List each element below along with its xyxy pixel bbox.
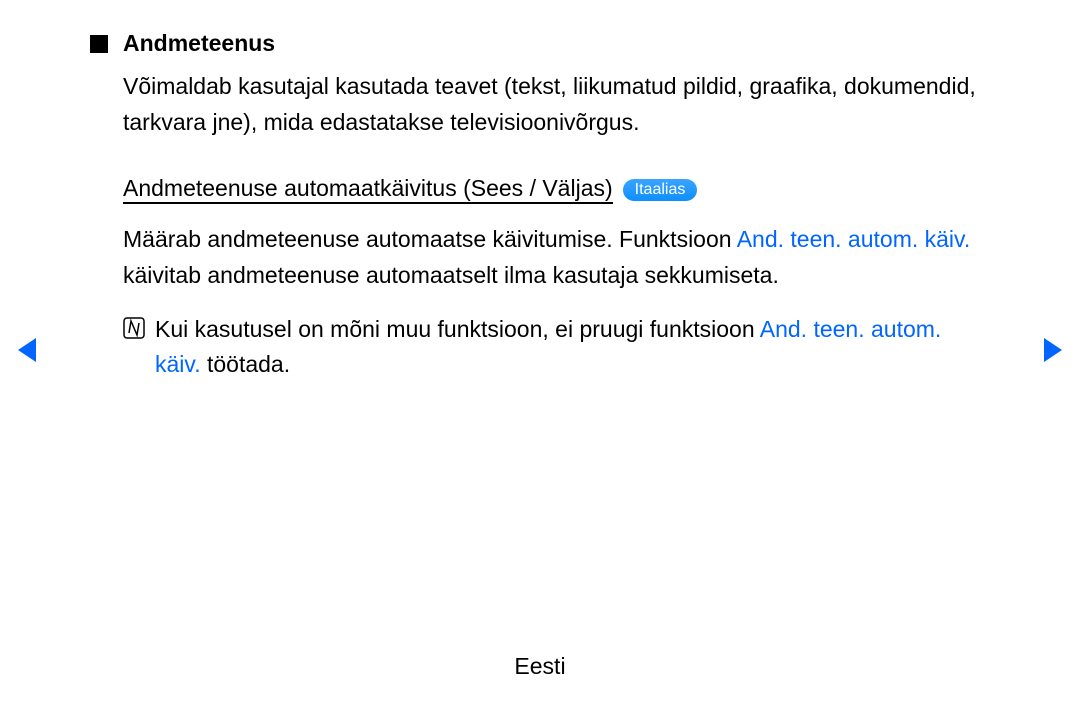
subsection-heading: Andmeteenuse automaatkäivitus (Sees / Vä… bbox=[123, 175, 990, 204]
subsection-description: Määrab andmeteenuse automaatse käivitumi… bbox=[123, 222, 990, 293]
desc-text-2: käivitab andmeteenuse automaatselt ilma … bbox=[123, 262, 779, 288]
note-text: Kui kasutusel on mõni muu funktsioon, ei… bbox=[155, 312, 990, 383]
section-intro: Võimaldab kasutajal kasutada teavet (tek… bbox=[123, 69, 990, 140]
note-text-1: Kui kasutusel on mõni muu funktsioon, ei… bbox=[155, 316, 760, 342]
footer-language: Eesti bbox=[0, 653, 1080, 680]
subsection-title: Andmeteenuse automaatkäivitus (Sees / Vä… bbox=[123, 175, 613, 204]
square-bullet-icon bbox=[90, 35, 108, 53]
region-badge: Itaalias bbox=[623, 179, 698, 201]
note-icon bbox=[123, 317, 145, 339]
section-heading: Andmeteenus bbox=[90, 30, 990, 57]
section-title: Andmeteenus bbox=[123, 30, 275, 57]
desc-highlight-1: And. teen. autom. käiv. bbox=[737, 226, 971, 252]
note-text-2: töötada. bbox=[201, 351, 291, 377]
chevron-left-icon bbox=[18, 338, 36, 362]
desc-text-1: Määrab andmeteenuse automaatse käivitumi… bbox=[123, 226, 737, 252]
note-block: Kui kasutusel on mõni muu funktsioon, ei… bbox=[123, 312, 990, 383]
chevron-right-icon bbox=[1044, 338, 1062, 362]
next-page-button[interactable] bbox=[1044, 338, 1062, 362]
prev-page-button[interactable] bbox=[18, 338, 36, 362]
